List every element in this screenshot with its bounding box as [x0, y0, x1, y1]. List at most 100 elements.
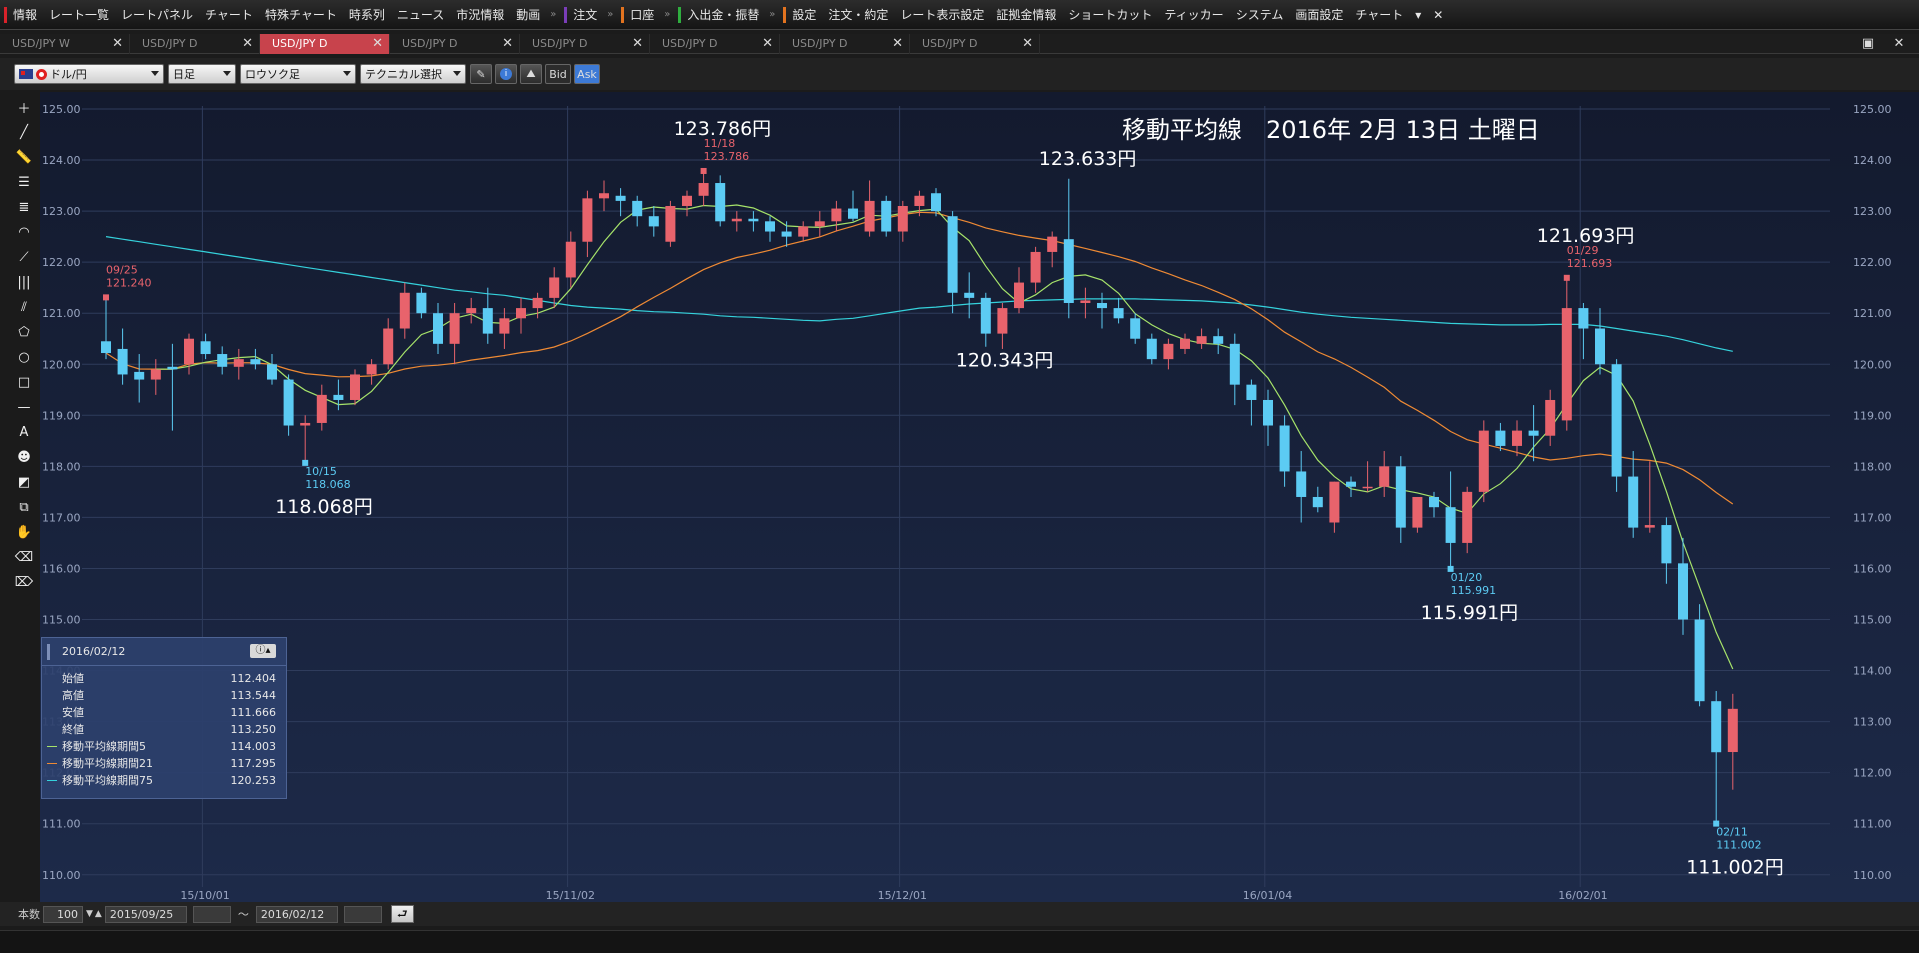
candle-body[interactable] [549, 277, 560, 298]
menu-overflow-icon[interactable]: » [603, 9, 617, 20]
menu-overflow-icon[interactable]: » [546, 9, 560, 20]
candle-body[interactable] [1014, 282, 1024, 309]
candle-body[interactable] [648, 216, 659, 227]
arc-icon[interactable]: ◠ [12, 221, 36, 243]
candle-body[interactable] [1711, 701, 1722, 753]
candle-body[interactable] [1063, 239, 1074, 303]
menu-item[interactable]: 口座 [624, 0, 660, 29]
menu-item[interactable]: チャート [1349, 0, 1409, 29]
close-window-icon[interactable]: ✕ [1888, 36, 1910, 52]
candle-body[interactable] [150, 369, 161, 380]
chart-tab[interactable]: USD/JPY D ✕ [260, 34, 390, 54]
menu-item[interactable]: 証拠金情報 [990, 0, 1062, 29]
candle-body[interactable] [516, 308, 526, 319]
candle-body[interactable] [848, 208, 858, 219]
candle-body[interactable] [864, 200, 875, 232]
time-from-input[interactable] [192, 905, 231, 923]
candle-body[interactable] [1445, 507, 1456, 543]
candle-body[interactable] [781, 231, 792, 237]
chart-tab[interactable]: USD/JPY D ✕ [390, 34, 520, 54]
candle-body[interactable] [1528, 430, 1539, 436]
candle-body[interactable] [399, 292, 410, 329]
candle-body[interactable] [1611, 364, 1622, 477]
chart-tab[interactable]: USD/JPY D ✕ [650, 34, 780, 54]
candle-body[interactable] [1312, 496, 1323, 508]
candle-body[interactable] [366, 364, 377, 375]
vertical-lines-icon[interactable]: ||| [12, 271, 36, 293]
menu-item[interactable]: ニュース [391, 0, 450, 29]
candle-body[interactable] [1263, 399, 1273, 426]
menu-overflow-icon[interactable]: » [660, 9, 674, 20]
candle-body[interactable] [350, 374, 360, 400]
chart-tab[interactable]: USD/JPY D ✕ [780, 34, 910, 54]
candle-body[interactable] [333, 394, 344, 400]
candle-body[interactable] [1661, 525, 1672, 564]
menu-item[interactable]: 動画 [510, 0, 546, 29]
candlestick-chart[interactable]: 125.00 125.00 124.00 124.00 123.00 123.00 122.… [40, 92, 1919, 902]
candle-body[interactable] [134, 371, 145, 380]
candle-body[interactable] [1246, 384, 1257, 400]
candle-body[interactable] [117, 348, 128, 375]
close-tab-icon[interactable]: ✕ [632, 34, 643, 54]
candle-body[interactable] [217, 354, 228, 367]
close-tab-icon[interactable]: ✕ [502, 34, 513, 54]
candle-body[interactable] [1196, 336, 1207, 344]
candle-body[interactable] [1462, 491, 1473, 543]
candle-body[interactable] [1146, 338, 1157, 360]
candle-body[interactable] [980, 297, 991, 334]
copy-icon[interactable]: ⧉ [12, 496, 36, 518]
candle-body[interactable] [1495, 430, 1506, 446]
candle-body[interactable] [1047, 236, 1058, 252]
candle-body[interactable] [1229, 343, 1240, 385]
fan-icon[interactable]: ⟋ [12, 246, 36, 268]
menu-item[interactable]: ティッカー [1158, 0, 1229, 29]
candle-body[interactable] [615, 195, 626, 201]
crosshair-icon[interactable]: ＋ [12, 96, 36, 118]
price-chart[interactable]: 125.00 125.00 124.00 124.00 123.00 123.00 122.… [40, 92, 1919, 902]
menu-overflow-icon[interactable]: » [765, 9, 779, 20]
menu-item[interactable]: ショートカット [1062, 0, 1158, 29]
chart-tab[interactable]: USD/JPY D ✕ [520, 34, 650, 54]
candle-body[interactable] [1545, 399, 1556, 436]
trendline-icon[interactable]: ╱ [12, 121, 36, 143]
candle-body[interactable] [897, 205, 908, 232]
rectangle-icon[interactable]: □ [12, 371, 36, 393]
menu-item[interactable]: 時系列 [343, 0, 391, 29]
candle-body[interactable] [532, 297, 543, 309]
horizontal-line-icon[interactable]: — [12, 396, 36, 418]
candle-body[interactable] [1644, 525, 1655, 528]
candle-body[interactable] [599, 193, 609, 199]
menu-item[interactable]: レートパネル [115, 0, 199, 29]
info-collapse-icon[interactable]: ⓘ▴ [250, 644, 276, 658]
menu-item[interactable]: 設定 [786, 0, 822, 29]
info-icon[interactable]: i [495, 64, 517, 84]
chart-style-select[interactable]: ロウソク足 [240, 64, 356, 84]
restore-window-icon[interactable]: ▣ [1857, 36, 1879, 52]
candle-body[interactable] [1329, 481, 1340, 523]
candle-body[interactable] [1395, 466, 1406, 528]
candle-body[interactable] [1213, 336, 1224, 344]
increment-icon[interactable]: ▲ [95, 909, 102, 919]
text-icon[interactable]: A [12, 421, 36, 443]
chart-tab[interactable]: USD/JPY D ✕ [130, 34, 260, 54]
decrement-icon[interactable]: ▼ [86, 909, 93, 919]
candle-body[interactable] [267, 364, 277, 380]
candle-body[interactable] [1362, 486, 1373, 489]
icon-stamp-icon[interactable]: ☻ [12, 446, 36, 468]
candle-body[interactable] [300, 422, 311, 426]
menu-item[interactable]: レート一覧 [43, 0, 115, 29]
chart-tab[interactable]: USD/JPY W ✕ [0, 34, 130, 54]
candle-body[interactable] [433, 313, 443, 344]
menu-item[interactable]: レート表示設定 [894, 0, 990, 29]
date-from-input[interactable]: 2015/09/25 [104, 905, 187, 923]
candle-body[interactable] [482, 308, 493, 334]
candle-body[interactable] [167, 366, 178, 370]
close-tab-icon[interactable]: ✕ [242, 34, 253, 54]
menu-close-icon[interactable]: ✕ [1427, 0, 1449, 29]
candle-body[interactable] [1180, 338, 1190, 349]
close-tab-icon[interactable]: ✕ [372, 34, 383, 54]
timeframe-select[interactable]: 日足 [168, 64, 236, 84]
candle-body[interactable] [881, 200, 892, 232]
candle-body[interactable] [1478, 430, 1489, 492]
shapes-icon[interactable]: ◩ [12, 471, 36, 493]
